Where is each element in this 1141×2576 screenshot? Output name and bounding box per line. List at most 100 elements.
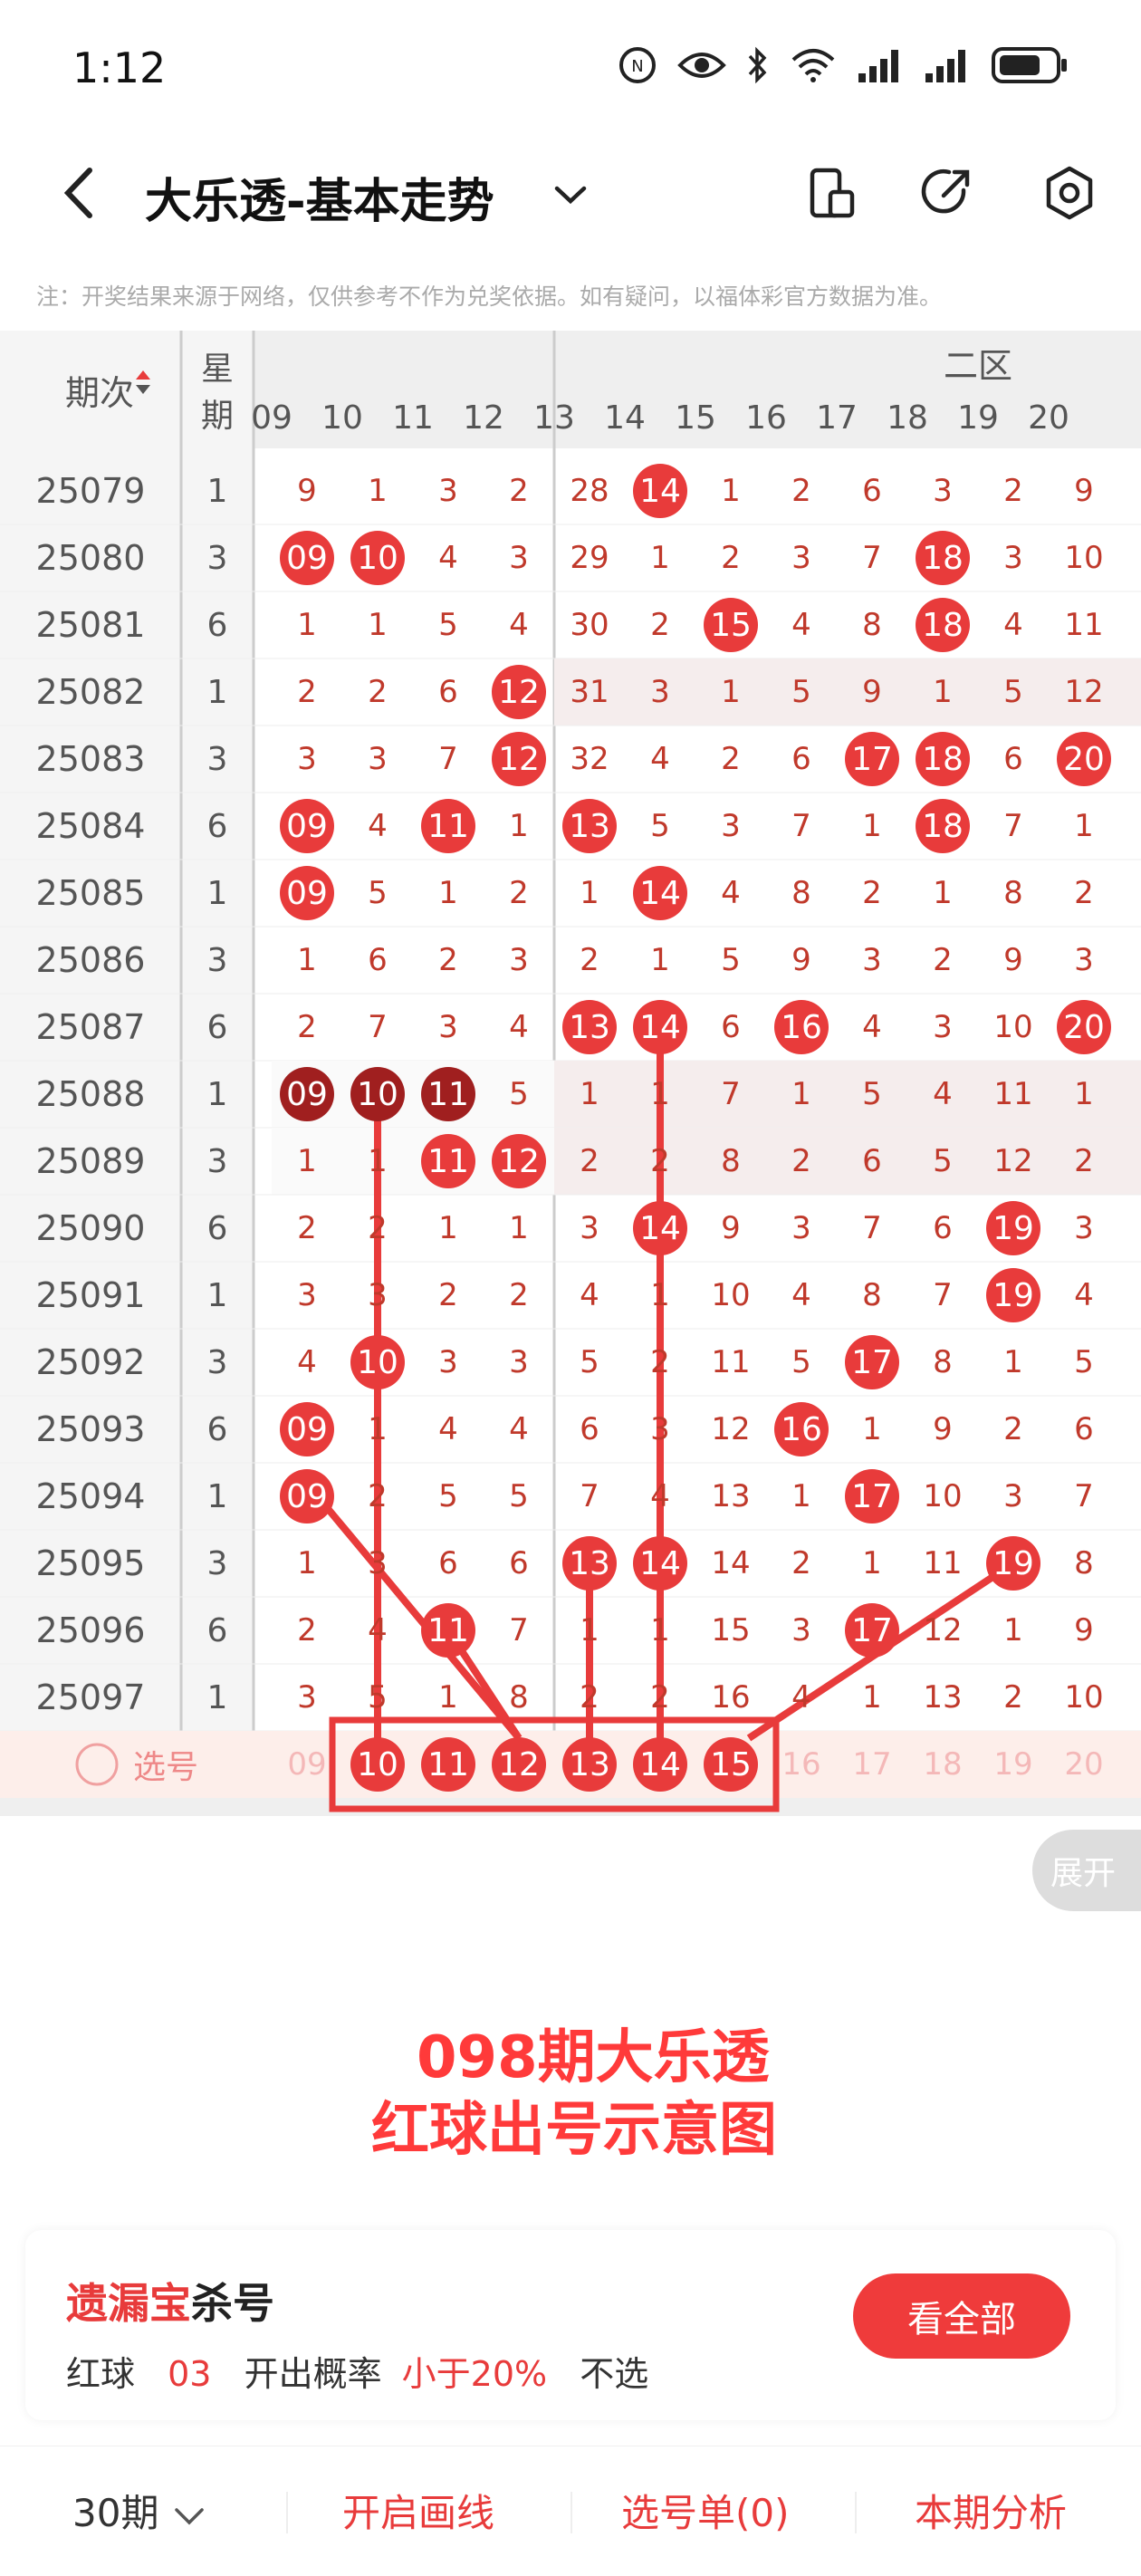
miss-count-cell: 8 xyxy=(862,607,882,643)
miss-count-cell: 1 xyxy=(650,540,670,576)
miss-count-cell: 5 xyxy=(650,808,670,844)
miss-count-cell: 1 xyxy=(1074,808,1094,844)
number-col-header: 15 xyxy=(675,399,716,437)
number-col-header: 10 xyxy=(321,399,363,437)
miss-count-cell: 4 xyxy=(509,1009,529,1045)
number-col-header: 16 xyxy=(745,399,787,437)
number-col-header: 17 xyxy=(816,399,858,437)
select-row-label[interactable]: 选号 xyxy=(27,1731,244,1798)
weekday-cell: 1 xyxy=(206,1477,228,1515)
miss-count-cell: 3 xyxy=(509,1344,529,1380)
hit-ball: 11 xyxy=(421,1067,475,1121)
ball-label: 红球 xyxy=(66,2354,136,2394)
bottom-bar: 30期 开启画线 选号单(0) 本期分析 xyxy=(0,2446,1141,2576)
see-all-button[interactable]: 看全部 xyxy=(853,2273,1070,2359)
miss-count-cell: 4 xyxy=(509,607,529,643)
miss-count-cell: 2 xyxy=(1074,1143,1094,1179)
period-cell: 25093 xyxy=(35,1409,146,1449)
back-icon[interactable] xyxy=(50,161,113,225)
miss-count-cell: 10 xyxy=(711,1277,751,1313)
picked-ball: 14 xyxy=(633,1737,687,1792)
hit-ball: 10 xyxy=(350,1067,405,1121)
select-number[interactable]: 09 xyxy=(272,1731,342,1798)
miss-count-cell: 4 xyxy=(438,540,458,576)
miss-count-cell: 2 xyxy=(791,1143,811,1179)
pick-list-button[interactable]: 选号单(0) xyxy=(621,2483,790,2538)
select-number[interactable]: 18 xyxy=(907,1731,978,1798)
miss-count-cell: 6 xyxy=(580,1411,599,1447)
miss-count-cell: 9 xyxy=(791,942,811,978)
miss-count-cell: 4 xyxy=(368,808,388,844)
miss-count-cell: 5 xyxy=(580,1344,599,1380)
miss-count-cell: 2 xyxy=(721,741,741,777)
miss-count-cell: 6 xyxy=(438,1545,458,1581)
weekday-cell: 3 xyxy=(206,1142,228,1180)
miss-count-cell: 1 xyxy=(297,1545,317,1581)
miss-count-cell: 7 xyxy=(1074,1478,1094,1514)
trend-table: 期次星期二区 09 10 11 12 13 14 15 16 17 18 19 20 25079 1 9 1 3 2… xyxy=(0,331,1141,1816)
miss-count-cell: 1 xyxy=(650,942,670,978)
period-cell: 25089 xyxy=(35,1141,146,1181)
expand-button[interactable]: 展开 xyxy=(1032,1830,1141,1911)
miss-count-cell: 9 xyxy=(297,473,317,509)
select-number[interactable]: 16 xyxy=(766,1731,837,1798)
hit-ball: 10 xyxy=(350,1335,405,1389)
select-number[interactable]: 19 xyxy=(978,1731,1049,1798)
miss-count-cell: 2 xyxy=(791,473,811,509)
miss-count-cell: 6 xyxy=(862,1143,882,1179)
period-header[interactable]: 期次 xyxy=(18,331,181,448)
miss-count-cell: 16 xyxy=(711,1679,751,1716)
share-icon[interactable] xyxy=(916,163,976,223)
page-title[interactable]: 大乐透-基本走势 xyxy=(145,163,494,231)
miss-count-cell: 2 xyxy=(650,1344,670,1380)
miss-count-cell: 1 xyxy=(580,1076,599,1112)
hit-ball: 13 xyxy=(562,1536,617,1591)
miss-count-cell: 4 xyxy=(580,1277,599,1313)
select-label-text: 选号 xyxy=(132,1749,198,1786)
miss-count-cell: 7 xyxy=(721,1076,741,1112)
miss-count-cell: 5 xyxy=(509,1478,529,1514)
miss-count-cell: 2 xyxy=(1003,473,1023,509)
miss-count-cell: 9 xyxy=(1074,1612,1094,1648)
draw-line-button[interactable]: 开启画线 xyxy=(342,2483,494,2538)
miss-count-cell: 4 xyxy=(721,875,741,911)
miss-count-cell: 3 xyxy=(791,1210,811,1246)
miss-count-cell: 4 xyxy=(1074,1277,1094,1313)
miss-count-cell: 9 xyxy=(933,1411,953,1447)
select-number[interactable]: 17 xyxy=(837,1731,907,1798)
miss-count-cell: 2 xyxy=(297,1210,317,1246)
settings-icon[interactable] xyxy=(1040,163,1099,223)
miss-count-cell: 1 xyxy=(650,1277,670,1313)
select-number[interactable]: 20 xyxy=(1049,1731,1119,1798)
miss-count-cell: 2 xyxy=(721,540,741,576)
hit-ball: 14 xyxy=(633,1536,687,1591)
hit-ball: 09 xyxy=(280,866,334,920)
miss-count-cell: 2 xyxy=(650,1679,670,1716)
analysis-button[interactable]: 本期分析 xyxy=(915,2483,1067,2538)
hit-ball: 12 xyxy=(492,732,546,786)
period-cell: 25090 xyxy=(35,1208,146,1248)
miss-count-cell: 3 xyxy=(933,1009,953,1045)
miss-count-cell: 5 xyxy=(1074,1344,1094,1380)
miss-count-cell: 4 xyxy=(933,1076,953,1112)
hit-ball: 16 xyxy=(774,1402,829,1456)
miss-count-cell: 3 xyxy=(297,741,317,777)
number-col-header: 18 xyxy=(887,399,928,437)
period-select[interactable]: 30期 xyxy=(72,2483,207,2538)
miss-count-cell: 32 xyxy=(570,741,609,777)
miss-count-cell: 12 xyxy=(1064,674,1104,710)
annotation-line1: 098期大乐透 xyxy=(417,2024,770,2091)
period-cell: 25097 xyxy=(35,1677,146,1717)
phone-rotate-icon[interactable] xyxy=(801,163,861,223)
miss-count-cell: 2 xyxy=(438,1277,458,1313)
chevron-down-icon[interactable] xyxy=(548,172,593,217)
hit-ball: 09 xyxy=(280,1402,334,1456)
miss-count-cell: 15 xyxy=(711,1612,751,1648)
miss-treasure-card: 遗漏宝杀号 红球 03 开出概率 小于20% 不选 看全部 xyxy=(25,2230,1116,2420)
hit-ball: 11 xyxy=(421,1134,475,1188)
weekday-cell: 3 xyxy=(206,1343,228,1381)
miss-count-cell: 11 xyxy=(923,1545,963,1581)
period-cell: 25096 xyxy=(35,1610,146,1650)
miss-count-cell: 3 xyxy=(438,1344,458,1380)
radio-icon[interactable] xyxy=(73,1741,120,1788)
